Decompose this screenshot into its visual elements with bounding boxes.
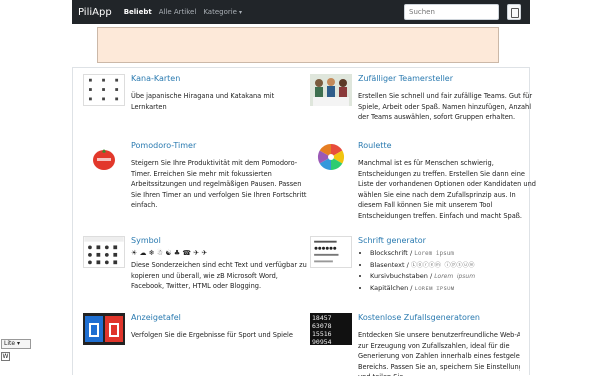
random-digits-thumbnail: 18457 63078 15516 90954 — [310, 313, 352, 345]
card-title[interactable]: Schrift generator — [358, 236, 426, 245]
card-title[interactable]: Symbol — [131, 236, 161, 245]
language-select[interactable]: Lite ▾ — [1, 339, 31, 349]
font-label: Kapitälchen — [370, 283, 409, 292]
card-anzeigetafel[interactable]: Anzeigetafel Verfolgen Sie die Ergebniss… — [83, 313, 293, 363]
nav-dropdown-label: Kategorie — [203, 8, 237, 16]
card-roulette[interactable]: Roulette Manchmal ist es für Menschen sc… — [310, 141, 536, 231]
card-description: Manchmal ist es für Menschen schwierig, … — [358, 159, 536, 220]
font-label: Kursivbuchstaben — [370, 272, 428, 280]
font-item-blockschrift[interactable]: Blockschrift / Lorem ipsum — [370, 248, 475, 260]
nav-link-beliebt[interactable]: Beliebt — [124, 8, 152, 16]
font-preview-thumbnail — [310, 236, 352, 268]
svg-text:90954: 90954 — [312, 338, 332, 345]
symbol-grid-thumbnail — [83, 236, 125, 268]
brand-logo[interactable]: PiliApp — [78, 7, 112, 18]
tomato-timer-thumbnail — [83, 141, 125, 173]
font-example: ʟᴏʀᴇᴍ ɪᴘsᴜᴍ — [414, 284, 455, 292]
nav-dropdown-kategorie[interactable]: Kategorie ▾ — [203, 8, 242, 16]
font-item-kapitaelchen[interactable]: Kapitälchen / ʟᴏʀᴇᴍ ɪᴘsᴜᴍ — [370, 283, 475, 295]
svg-text:15516: 15516 — [312, 330, 332, 338]
card-title[interactable]: Pomodoro-Timer — [131, 141, 196, 150]
card-title[interactable]: Roulette — [358, 141, 392, 150]
card-pomodoro-timer[interactable]: Pomodoro-Timer Steigern Sie Ihre Produkt… — [83, 141, 307, 221]
card-title[interactable]: Kana-Karten — [131, 74, 180, 83]
svg-text:63078: 63078 — [312, 322, 332, 330]
card-description: Erstellen Sie schnell und fair zufällige… — [358, 92, 533, 121]
card-description: Diese Sonderzeichen sind echt Text und v… — [131, 261, 307, 290]
card-description: Entdecken Sie unsere benutzerfreundliche… — [358, 331, 520, 376]
font-item-blasentext[interactable]: Blasentext / Ⓛⓞⓡⓔⓜ ⓘⓟⓢⓤⓜ — [370, 260, 475, 272]
card-title[interactable]: Zufälliger Teamersteller — [358, 74, 453, 83]
font-example: Ⓛⓞⓡⓔⓜ ⓘⓟⓢⓤⓜ — [410, 261, 475, 269]
chevron-down-icon: ▾ — [16, 340, 20, 347]
card-symbol[interactable]: Symbol ☀ ☁ ❄ ☃ ☯ ♣ ☎ ✈ ✈ Diese Sonderzei… — [83, 236, 307, 306]
font-style-list: Blockschrift / Lorem ipsum Blasentext / … — [358, 248, 475, 294]
card-description: Steigern Sie Ihre Produktivität mit dem … — [131, 159, 307, 209]
card-description: Verfolgen Sie die Ergebnisse für Sport u… — [131, 331, 293, 339]
card-description: Übe japanische Hiragana und Katakana mit… — [131, 92, 275, 111]
card-schrift-generator[interactable]: Schrift generator Blockschrift / Lorem i… — [310, 236, 520, 306]
card-title[interactable]: Anzeigetafel — [131, 313, 181, 322]
card-kana-karten[interactable]: Kana-Karten Übe japanische Hiragana und … — [83, 74, 293, 124]
font-item-kursiv[interactable]: Kursivbuchstaben / 𝘓𝘰𝘳𝘦𝘮 𝘪𝘱𝘴𝘶𝘮 — [370, 271, 475, 283]
scoreboard-thumbnail — [83, 313, 125, 345]
card-teamersteller[interactable]: Zufälliger Teamersteller Erstellen Sie s… — [310, 74, 532, 144]
search-button[interactable] — [507, 4, 521, 20]
language-toggle-button[interactable]: W — [1, 352, 10, 361]
font-example: 𝘓𝘰𝘳𝘦𝘮 𝘪𝘱𝘴𝘶𝘮 — [434, 273, 476, 280]
main-content: Kana-Karten Übe japanische Hiragana und … — [72, 67, 536, 376]
svg-text:18457: 18457 — [312, 314, 332, 322]
card-zufallsgeneratoren[interactable]: 18457 63078 15516 90954 Kostenlose Zufal… — [310, 313, 520, 376]
search-submit-icon — [511, 8, 519, 18]
nav-link-alle-artikel[interactable]: Alle Artikel — [159, 8, 197, 16]
caret-down-icon: ▾ — [238, 9, 242, 16]
font-label: Blockschrift — [370, 249, 408, 257]
roulette-wheel-thumbnail — [310, 141, 352, 173]
symbol-preview-row: ☀ ☁ ❄ ☃ ☯ ♣ ☎ ✈ ✈ — [131, 249, 208, 257]
ad-banner[interactable] — [97, 27, 499, 63]
card-title[interactable]: Kostenlose Zufallsgeneratoren — [358, 313, 480, 322]
search-input[interactable] — [404, 4, 499, 20]
kana-thumbnail — [83, 74, 125, 106]
top-navbar: PiliApp Beliebt Alle Artikel Kategorie ▾ — [72, 0, 530, 24]
team-thumbnail — [310, 74, 352, 106]
font-example: Lorem ipsum — [414, 250, 454, 257]
language-selected: Lite — [4, 340, 16, 347]
font-label: Blasentext — [370, 260, 405, 269]
